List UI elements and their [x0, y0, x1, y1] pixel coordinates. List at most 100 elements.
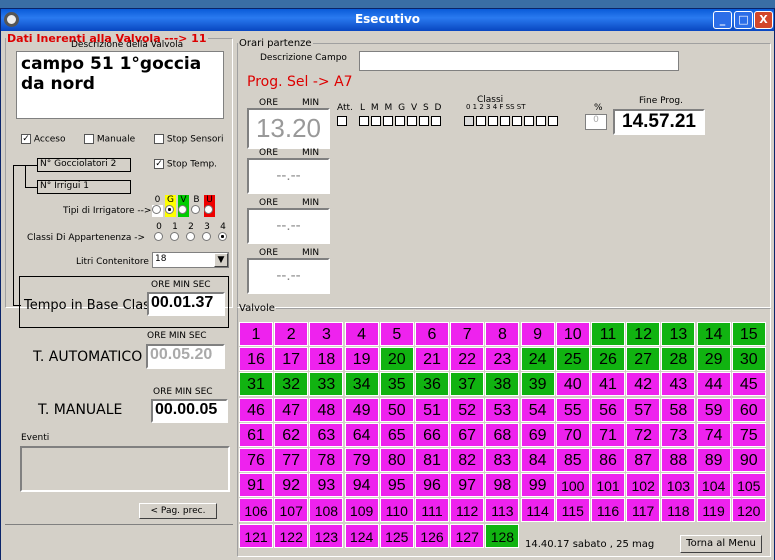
- tipo-radio[interactable]: [204, 205, 213, 214]
- valve-cell-110[interactable]: 110: [379, 498, 414, 523]
- minimize-button[interactable]: _: [713, 11, 732, 29]
- tipo-radio-selected[interactable]: [165, 205, 174, 214]
- tipo-radio[interactable]: [152, 205, 161, 214]
- valve-cell-83[interactable]: 83: [485, 448, 520, 472]
- check-icon[interactable]: ✓: [154, 159, 164, 169]
- valve-cell-24[interactable]: 24: [520, 347, 555, 372]
- valve-cell-66[interactable]: 66: [415, 422, 449, 447]
- valve-cell-16[interactable]: 16: [239, 347, 273, 372]
- valve-cell-76[interactable]: 76: [239, 448, 273, 472]
- valve-cell-81[interactable]: 81: [415, 448, 449, 472]
- valve-cell-117[interactable]: 117: [626, 498, 661, 523]
- valve-cell-77[interactable]: 77: [274, 448, 309, 472]
- valve-cell-113[interactable]: 113: [485, 498, 520, 523]
- valve-cell-89[interactable]: 89: [696, 448, 731, 472]
- valve-cell-5[interactable]: 5: [379, 322, 414, 346]
- valve-cell-78[interactable]: 78: [309, 448, 344, 472]
- valve-cell-22[interactable]: 22: [450, 347, 485, 372]
- valve-cell-91[interactable]: 91: [239, 473, 273, 498]
- classe-radio[interactable]: [154, 232, 163, 241]
- valve-cell-70[interactable]: 70: [555, 422, 590, 447]
- valve-cell-75[interactable]: 75: [731, 422, 766, 447]
- checkbox-icon[interactable]: [154, 134, 164, 144]
- valve-cell-124[interactable]: 124: [344, 523, 379, 548]
- valve-cell-93[interactable]: 93: [309, 473, 344, 498]
- valve-cell-101[interactable]: 101: [591, 473, 625, 498]
- chevron-down-icon[interactable]: ▼: [214, 253, 228, 267]
- valve-cell-102[interactable]: 102: [626, 473, 661, 498]
- valve-cell-80[interactable]: 80: [379, 448, 414, 472]
- valve-cell-87[interactable]: 87: [626, 448, 661, 472]
- valve-cell-35[interactable]: 35: [379, 372, 414, 397]
- valve-cell-88[interactable]: 88: [661, 448, 696, 472]
- valve-cell-92[interactable]: 92: [274, 473, 309, 498]
- valve-cell-13[interactable]: 13: [661, 322, 696, 346]
- start-time-2[interactable]: --.--: [247, 158, 330, 194]
- stop-temp-checkbox-row[interactable]: ✓ Stop Temp.: [154, 159, 217, 170]
- valve-cell-106[interactable]: 106: [239, 498, 273, 523]
- valve-cell-18[interactable]: 18: [309, 347, 344, 372]
- valve-cell-58[interactable]: 58: [661, 397, 696, 422]
- valve-cell-64[interactable]: 64: [344, 422, 379, 447]
- valve-cell-10[interactable]: 10: [555, 322, 590, 346]
- valve-cell-6[interactable]: 6: [415, 322, 449, 346]
- valve-cell-82[interactable]: 82: [450, 448, 485, 472]
- valve-cell-65[interactable]: 65: [379, 422, 414, 447]
- valve-cell-1[interactable]: 1: [239, 322, 273, 346]
- maximize-button[interactable]: □: [734, 11, 753, 29]
- valve-cell-55[interactable]: 55: [555, 397, 590, 422]
- valve-cell-103[interactable]: 103: [661, 473, 696, 498]
- pct-field[interactable]: 0: [585, 114, 607, 130]
- valve-cell-26[interactable]: 26: [591, 347, 625, 372]
- valve-cell-126[interactable]: 126: [415, 523, 449, 548]
- valve-cell-98[interactable]: 98: [485, 473, 520, 498]
- valve-cell-85[interactable]: 85: [555, 448, 590, 472]
- valve-cell-71[interactable]: 71: [591, 422, 625, 447]
- valve-cell-42[interactable]: 42: [626, 372, 661, 397]
- valve-cell-79[interactable]: 79: [344, 448, 379, 472]
- valve-cell-123[interactable]: 123: [309, 523, 344, 548]
- menu-button[interactable]: Torna al Menu: [680, 535, 762, 553]
- valve-cell-116[interactable]: 116: [591, 498, 625, 523]
- valve-cell-60[interactable]: 60: [731, 397, 766, 422]
- valve-cell-9[interactable]: 9: [520, 322, 555, 346]
- valve-cell-11[interactable]: 11: [591, 322, 625, 346]
- valve-cell-28[interactable]: 28: [661, 347, 696, 372]
- valve-cell-48[interactable]: 48: [309, 397, 344, 422]
- desc-campo-field[interactable]: [359, 51, 679, 71]
- valve-cell-34[interactable]: 34: [344, 372, 379, 397]
- valve-cell-94[interactable]: 94: [344, 473, 379, 498]
- valve-cell-4[interactable]: 4: [344, 322, 379, 346]
- valve-cell-108[interactable]: 108: [309, 498, 344, 523]
- valve-cell-19[interactable]: 19: [344, 347, 379, 372]
- valve-cell-8[interactable]: 8: [485, 322, 520, 346]
- valve-cell-61[interactable]: 61: [239, 422, 273, 447]
- valve-cell-38[interactable]: 38: [485, 372, 520, 397]
- valve-cell-45[interactable]: 45: [731, 372, 766, 397]
- valve-cell-100[interactable]: 100: [555, 473, 590, 498]
- valve-cell-119[interactable]: 119: [696, 498, 731, 523]
- valve-cell-12[interactable]: 12: [626, 322, 661, 346]
- valve-cell-7[interactable]: 7: [450, 322, 485, 346]
- valve-cell-23[interactable]: 23: [485, 347, 520, 372]
- valve-cell-21[interactable]: 21: [415, 347, 449, 372]
- valve-cell-54[interactable]: 54: [520, 397, 555, 422]
- valve-description-field[interactable]: campo 51 1°goccia da nord: [16, 51, 224, 119]
- valve-cell-37[interactable]: 37: [450, 372, 485, 397]
- litri-select[interactable]: 18 ▼: [152, 252, 229, 268]
- valve-cell-95[interactable]: 95: [379, 473, 414, 498]
- valve-cell-57[interactable]: 57: [626, 397, 661, 422]
- prev-page-button[interactable]: < Pag. prec.: [139, 503, 217, 519]
- classe-radio[interactable]: [202, 232, 211, 241]
- tipo-radio[interactable]: [178, 205, 187, 214]
- valve-cell-74[interactable]: 74: [696, 422, 731, 447]
- valve-cell-109[interactable]: 109: [344, 498, 379, 523]
- valve-cell-99[interactable]: 99: [520, 473, 555, 498]
- valve-cell-63[interactable]: 63: [309, 422, 344, 447]
- valve-cell-36[interactable]: 36: [415, 372, 449, 397]
- valve-cell-73[interactable]: 73: [661, 422, 696, 447]
- valve-cell-105[interactable]: 105: [731, 473, 766, 498]
- manuale-checkbox-row[interactable]: Manuale: [84, 134, 135, 145]
- valve-cell-107[interactable]: 107: [274, 498, 309, 523]
- days-checkboxes[interactable]: [359, 116, 443, 129]
